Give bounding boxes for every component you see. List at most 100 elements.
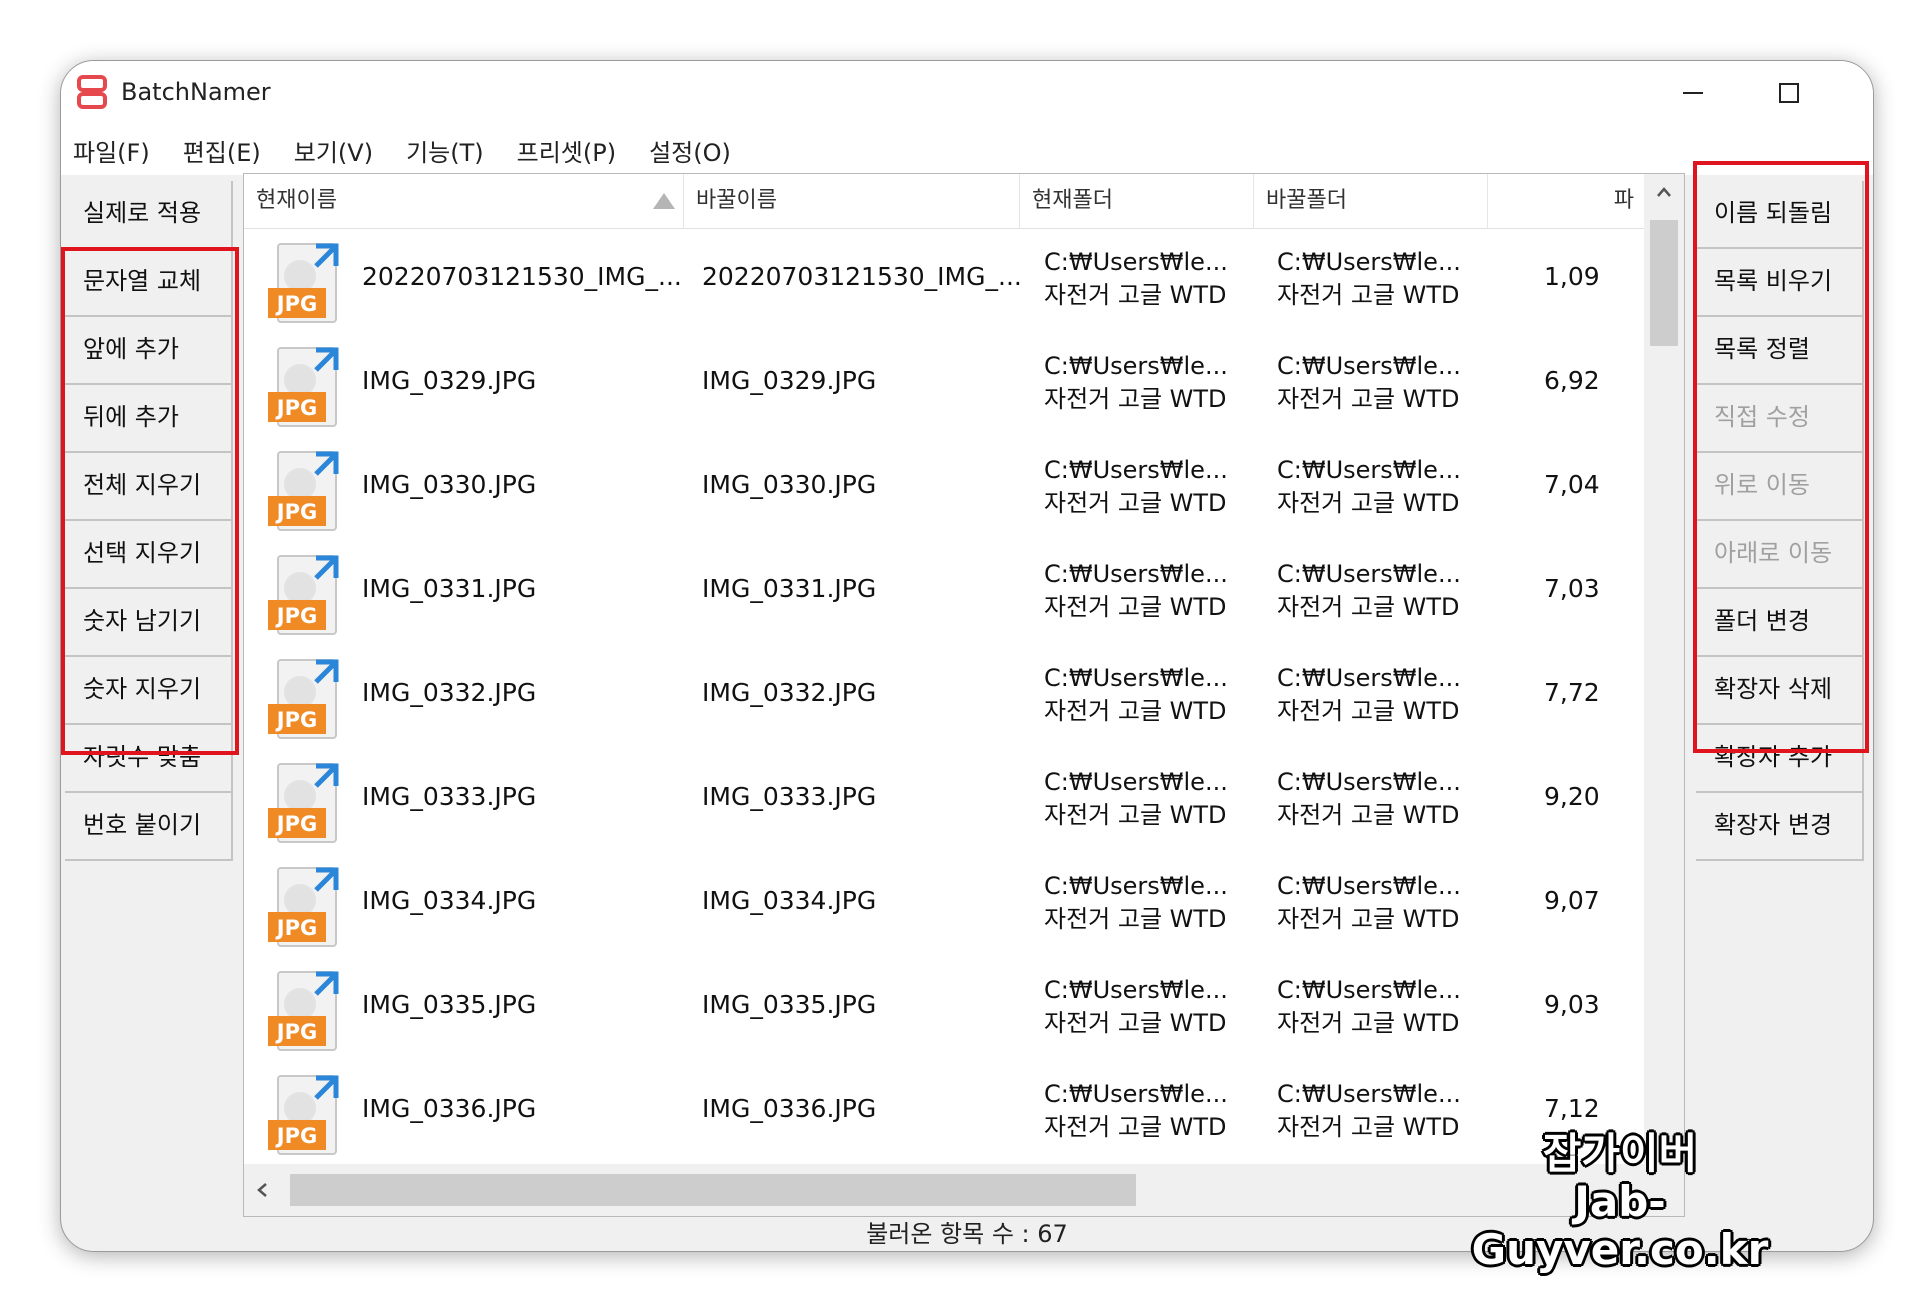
current-folder-name: 자전거 고글 WTD <box>1044 593 1227 621</box>
prepend-button[interactable]: 앞에 추가 <box>65 317 233 385</box>
file-list[interactable]: 현재이름 바꿀이름 현재폴더 바꿀폴더 파 JPG 20220703121530_… <box>243 173 1685 1217</box>
move-down-button[interactable]: 아래로 이동 <box>1696 521 1864 589</box>
menu-preset[interactable]: 프리셋(P) <box>517 133 616 168</box>
list-item[interactable]: JPG IMG_0331.JPG IMG_0331.JPG C:₩Users₩le..… <box>244 540 1644 644</box>
current-name-cell: IMG_0334.JPG <box>362 886 537 915</box>
close-button[interactable] <box>1855 71 1874 115</box>
maximize-button[interactable] <box>1759 71 1819 115</box>
file-size-cell: 6,92 <box>1544 366 1600 395</box>
new-folder-path: C:₩Users₩le... <box>1277 1080 1461 1108</box>
keep-numbers-button[interactable]: 숫자 남기기 <box>65 589 233 657</box>
current-folder-cell: C:₩Users₩le... 자전거 고글 WTD <box>1044 974 1264 1040</box>
clear-selection-button[interactable]: 선택 지우기 <box>65 521 233 589</box>
change-folder-button[interactable]: 폴더 변경 <box>1696 589 1864 657</box>
undo-rename-button[interactable]: 이름 되돌림 <box>1696 181 1864 249</box>
clear-all-button[interactable]: 전체 지우기 <box>65 453 233 521</box>
new-name-cell: IMG_0332.JPG <box>702 678 877 707</box>
maximize-icon <box>1779 83 1799 103</box>
menu-settings[interactable]: 설정(O) <box>649 133 731 168</box>
new-folder-name: 자전거 고글 WTD <box>1277 489 1460 517</box>
jpg-badge-label: JPG <box>275 292 317 316</box>
current-folder-path: C:₩Users₩le... <box>1044 456 1228 484</box>
new-folder-name: 자전거 고글 WTD <box>1277 697 1460 725</box>
current-folder-cell: C:₩Users₩le... 자전거 고글 WTD <box>1044 766 1264 832</box>
new-name-cell: IMG_0331.JPG <box>702 574 877 603</box>
new-folder-path: C:₩Users₩le... <box>1277 456 1461 484</box>
jpg-badge-label: JPG <box>275 396 317 420</box>
column-new-folder[interactable]: 바꿀폴더 <box>1254 174 1488 228</box>
delete-extension-button[interactable]: 확장자 삭제 <box>1696 657 1864 725</box>
add-numbering-button[interactable]: 번호 붙이기 <box>65 793 233 861</box>
new-folder-cell: C:₩Users₩le... 자전거 고글 WTD <box>1277 246 1497 312</box>
list-item[interactable]: JPG 20220703121530_IMG_... 20220703121530_… <box>244 228 1644 332</box>
jpg-file-icon: JPG <box>268 1075 339 1155</box>
list-item[interactable]: JPG IMG_0332.JPG IMG_0332.JPG C:₩Users₩le..… <box>244 644 1644 748</box>
menu-file[interactable]: 파일(F) <box>73 133 150 168</box>
pad-digits-button[interactable]: 자릿수 맞춤 <box>65 725 233 793</box>
apply-button[interactable]: 실제로 적용 <box>65 181 233 249</box>
jpg-file-icon: JPG <box>268 347 339 427</box>
new-folder-path: C:₩Users₩le... <box>1277 352 1461 380</box>
list-item[interactable]: JPG IMG_0334.JPG IMG_0334.JPG C:₩Users₩le..… <box>244 852 1644 956</box>
current-folder-name: 자전거 고글 WTD <box>1044 489 1227 517</box>
batchnamer-window: BatchNamer 파일(F) 편집(E) 보기(V) 기능(T) 프리셋(P… <box>60 60 1874 1252</box>
clear-list-button[interactable]: 목록 비우기 <box>1696 249 1864 317</box>
list-item[interactable]: JPG IMG_0330.JPG IMG_0330.JPG C:₩Users₩le..… <box>244 436 1644 540</box>
app-icon <box>77 75 107 109</box>
edit-directly-button[interactable]: 직접 수정 <box>1696 385 1864 453</box>
list-item[interactable]: JPG IMG_0329.JPG IMG_0329.JPG C:₩Users₩le..… <box>244 332 1644 436</box>
new-folder-cell: C:₩Users₩le... 자전거 고글 WTD <box>1277 766 1497 832</box>
current-name-cell: IMG_0329.JPG <box>362 366 537 395</box>
append-button[interactable]: 뒤에 추가 <box>65 385 233 453</box>
column-current-name[interactable]: 현재이름 <box>244 174 684 228</box>
column-size[interactable]: 파 <box>1488 174 1644 228</box>
new-folder-path: C:₩Users₩le... <box>1277 872 1461 900</box>
close-icon <box>1873 81 1874 105</box>
current-name-cell: IMG_0331.JPG <box>362 574 537 603</box>
menu-edit[interactable]: 편집(E) <box>183 133 261 168</box>
minimize-button[interactable] <box>1663 71 1723 115</box>
jpg-badge-label: JPG <box>275 1124 317 1148</box>
current-folder-name: 자전거 고글 WTD <box>1044 385 1227 413</box>
change-extension-button[interactable]: 확장자 변경 <box>1696 793 1864 861</box>
jpg-badge-label: JPG <box>275 812 317 836</box>
sort-ascending-icon <box>653 193 675 209</box>
sort-list-button[interactable]: 목록 정렬 <box>1696 317 1864 385</box>
current-name-cell: IMG_0330.JPG <box>362 470 537 499</box>
current-folder-path: C:₩Users₩le... <box>1044 768 1228 796</box>
jpg-badge-label: JPG <box>275 604 317 628</box>
list-item[interactable]: JPG IMG_0335.JPG IMG_0335.JPG C:₩Users₩le..… <box>244 956 1644 1060</box>
new-name-cell: IMG_0334.JPG <box>702 886 877 915</box>
horizontal-scroll-thumb[interactable] <box>290 1174 1136 1206</box>
replace-string-button[interactable]: 문자열 교체 <box>65 249 233 317</box>
jpg-file-icon: JPG <box>268 659 339 739</box>
jpg-badge-label: JPG <box>275 500 317 524</box>
new-name-cell: IMG_0335.JPG <box>702 990 877 1019</box>
vertical-scrollbar[interactable] <box>1644 174 1684 1164</box>
jpg-badge-label: JPG <box>275 1020 317 1044</box>
current-folder-path: C:₩Users₩le... <box>1044 1080 1228 1108</box>
file-size-cell: 7,03 <box>1544 574 1600 603</box>
new-folder-cell: C:₩Users₩le... 자전거 고글 WTD <box>1277 870 1497 936</box>
add-extension-button[interactable]: 확장자 추가 <box>1696 725 1864 793</box>
current-folder-path: C:₩Users₩le... <box>1044 872 1228 900</box>
new-folder-cell: C:₩Users₩le... 자전거 고글 WTD <box>1277 454 1497 520</box>
menu-view[interactable]: 보기(V) <box>294 133 373 168</box>
vertical-scroll-thumb[interactable] <box>1650 220 1678 346</box>
new-folder-path: C:₩Users₩le... <box>1277 768 1461 796</box>
watermark-url: Jab-Guyver.co.kr <box>1471 1177 1769 1274</box>
menu-tools[interactable]: 기능(T) <box>406 133 484 168</box>
list-item[interactable]: JPG IMG_0333.JPG IMG_0333.JPG C:₩Users₩le..… <box>244 748 1644 852</box>
scroll-left-icon[interactable] <box>256 1182 268 1198</box>
remove-numbers-button[interactable]: 숫자 지우기 <box>65 657 233 725</box>
new-folder-cell: C:₩Users₩le... 자전거 고글 WTD <box>1277 662 1497 728</box>
scroll-up-icon[interactable] <box>1656 186 1672 198</box>
new-folder-name: 자전거 고글 WTD <box>1277 281 1460 309</box>
new-folder-name: 자전거 고글 WTD <box>1277 385 1460 413</box>
move-up-button[interactable]: 위로 이동 <box>1696 453 1864 521</box>
column-current-folder[interactable]: 현재폴더 <box>1020 174 1254 228</box>
current-folder-name: 자전거 고글 WTD <box>1044 697 1227 725</box>
current-folder-path: C:₩Users₩le... <box>1044 664 1228 692</box>
column-new-name[interactable]: 바꿀이름 <box>684 174 1020 228</box>
new-name-cell: IMG_0333.JPG <box>702 782 877 811</box>
